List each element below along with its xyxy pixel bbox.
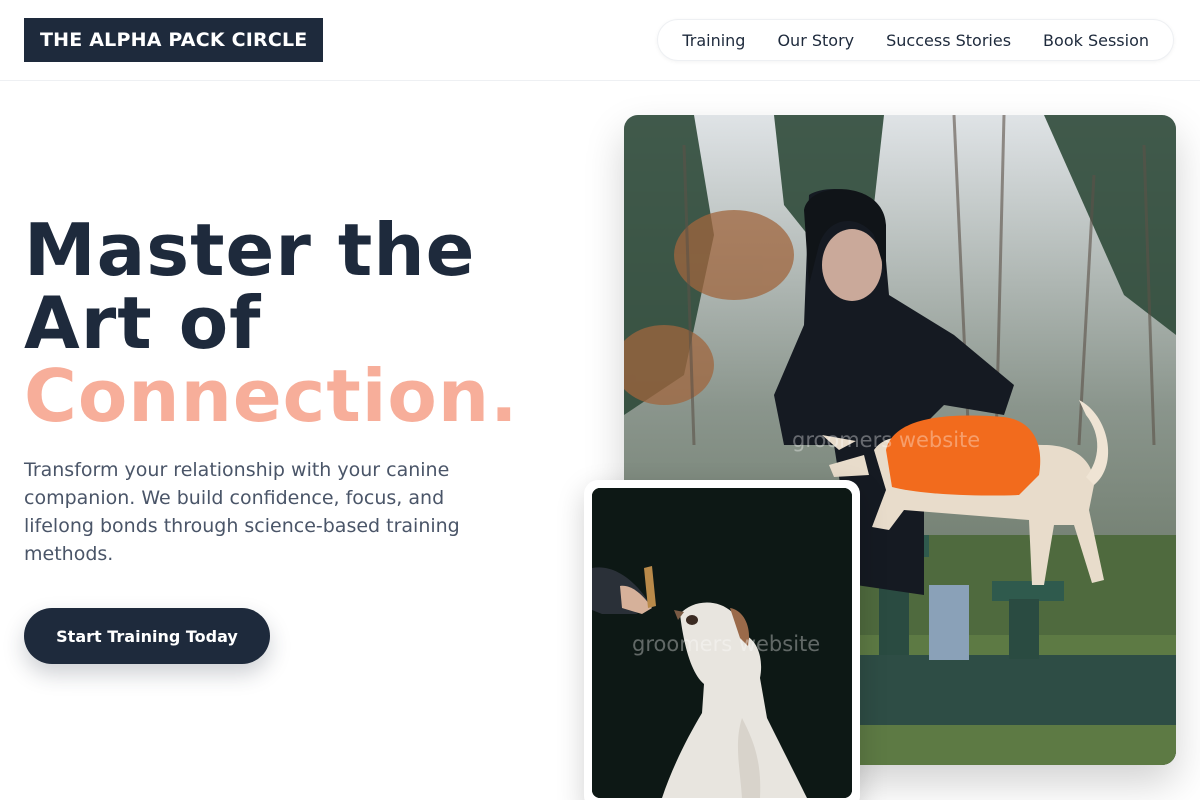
nav-success-stories[interactable]: Success Stories xyxy=(870,31,1027,50)
nav-our-story[interactable]: Our Story xyxy=(761,31,870,50)
inset-photo-frame: groomers website xyxy=(584,480,860,800)
hero-title: Master the Art of Connection. xyxy=(24,214,584,433)
main-nav: Training Our Story Success Stories Book … xyxy=(657,19,1174,61)
logo[interactable]: THE ALPHA PACK CIRCLE xyxy=(24,18,324,62)
hero-title-line-2: Art of xyxy=(24,281,262,365)
hero-title-line-1: Master the xyxy=(24,208,476,292)
site-header: THE ALPHA PACK CIRCLE Training Our Story… xyxy=(0,0,1200,81)
hero-description: Transform your relationship with your ca… xyxy=(24,459,460,565)
start-training-button[interactable]: Start Training Today xyxy=(24,608,270,664)
dog-treat-illustration xyxy=(592,488,852,798)
nav-book-session[interactable]: Book Session xyxy=(1027,31,1165,50)
nav-training[interactable]: Training xyxy=(666,31,761,50)
hero-title-accent: Connection. xyxy=(24,354,519,438)
inset-photo-dog-treat: groomers website xyxy=(592,488,852,798)
